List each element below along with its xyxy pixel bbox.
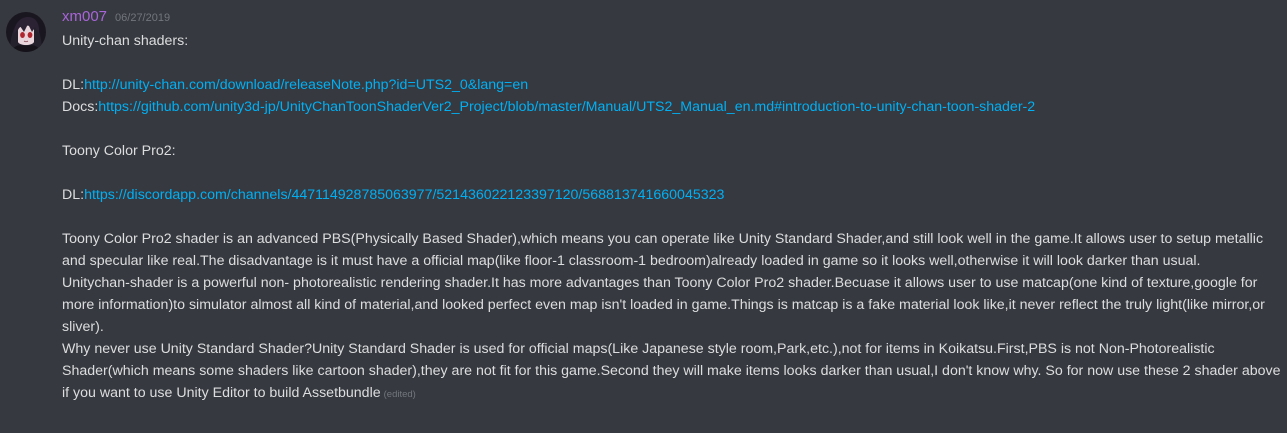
download-link[interactable]: http://unity-chan.com/download/releaseNo… (84, 77, 528, 93)
paragraph-standard-text: Why never use Unity Standard Shader?Unit… (62, 341, 1281, 401)
edited-label: (edited) (383, 389, 416, 400)
message-body: Unity-chan shaders: DL:http://unity-chan… (62, 30, 1282, 406)
download-line: DL:https://discordapp.com/channels/44711… (62, 184, 1282, 206)
message-timestamp: 06/27/2019 (115, 12, 171, 24)
paragraph-toony: Toony Color Pro2 shader is an advanced P… (62, 231, 1264, 269)
user-avatar[interactable] (6, 12, 46, 52)
text-line: Toony Color Pro2: (62, 143, 176, 159)
message-header: xm007 06/27/2019 (62, 8, 1282, 30)
discord-link[interactable]: https://discordapp.com/channels/44711492… (84, 187, 724, 203)
download-line: DL:http://unity-chan.com/download/releas… (62, 74, 1282, 96)
paragraph-standard: Why never use Unity Standard Shader?Unit… (62, 338, 1282, 406)
text-line: Unity-chan shaders: (62, 33, 189, 49)
docs-link[interactable]: https://github.com/unity3d-jp/UnityChanT… (98, 99, 1035, 115)
username[interactable]: xm007 (62, 8, 107, 25)
dl-label: DL: (62, 77, 85, 93)
dl-label: DL: (62, 187, 85, 203)
message-content: xm007 06/27/2019 Unity-chan shaders: DL:… (62, 8, 1282, 406)
anime-avatar-icon (6, 12, 46, 52)
paragraph-unitychan: Unitychan-shader is a powerful non- phot… (62, 275, 1265, 335)
docs-label: Docs: (62, 99, 99, 115)
docs-line: Docs:https://github.com/unity3d-jp/Unity… (62, 96, 1282, 118)
chat-message: xm007 06/27/2019 Unity-chan shaders: DL:… (0, 0, 1287, 433)
